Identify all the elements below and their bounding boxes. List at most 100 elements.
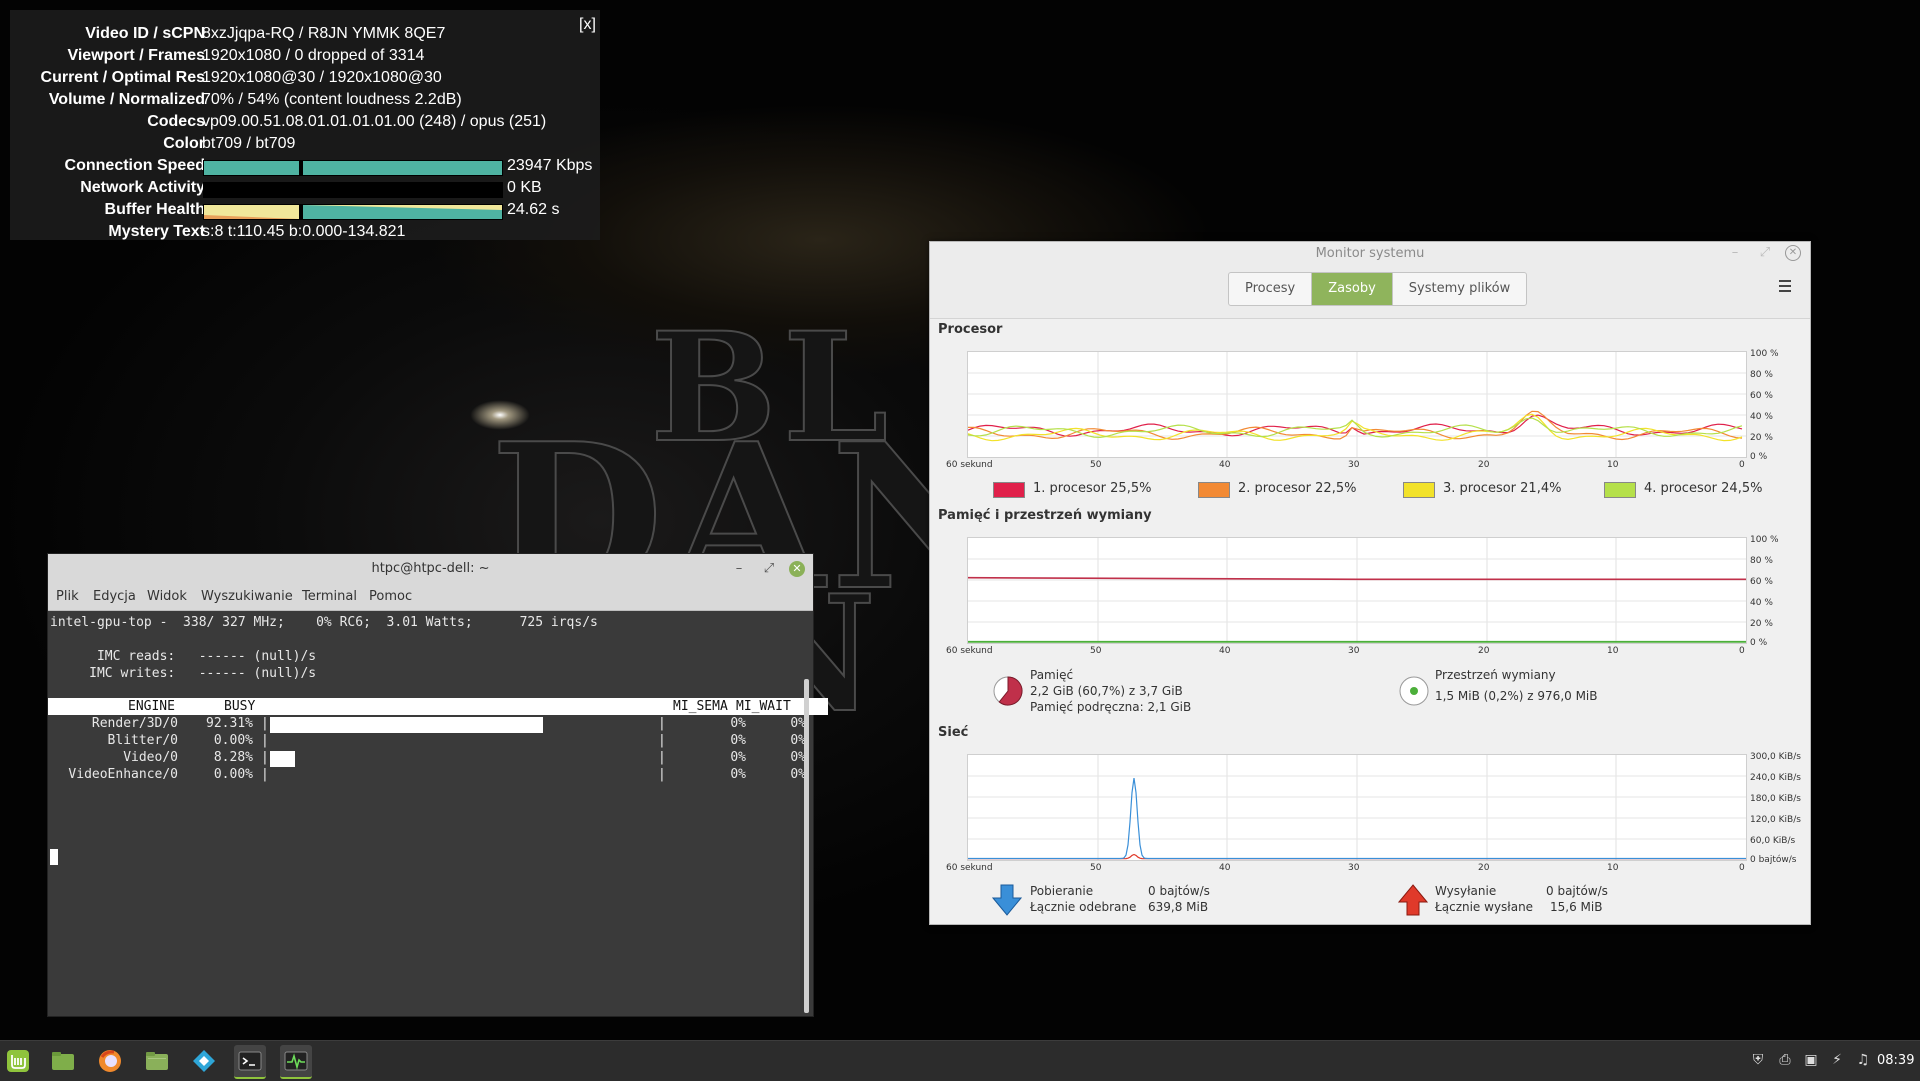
x-tick-label: 60 sekund [946,460,993,470]
y-tick-label: 40 % [1750,412,1773,422]
x-tick-label: 0 [1739,646,1745,656]
stats-label: Mystery Text [108,223,205,240]
memory-section-title: Pamięć i przestrzeń wymiany [938,508,1152,523]
tab-zasoby[interactable]: Zasoby [1312,273,1393,305]
tab-systemy-plikow[interactable]: Systemy plików [1393,273,1526,305]
x-tick-label: 40 [1219,863,1231,873]
engine-name: Video/0 [123,750,178,765]
header-busy: BUSY [224,699,256,714]
stats-label: Volume / Normalized [48,91,205,108]
received-label: Łącznie odebrane [1030,900,1137,914]
stats-label: Viewport / Frames [67,47,205,64]
shield-icon[interactable]: ⛨ [1750,1052,1766,1068]
engine-busy: 0.00% [213,767,253,782]
taskbar-terminal-button[interactable] [234,1045,266,1079]
taskbar-kodi-button[interactable] [188,1045,220,1077]
terminal-title: htpc@htpc-dell: ~ [371,561,490,576]
received-total: 639,8 MiB [1148,900,1209,914]
upload-rate: 0 bajtów/s [1546,884,1608,898]
taskbar-clock[interactable]: 08:39 [1877,1041,1914,1081]
terminal-line: IMC reads: ------ (null)/s [50,649,317,664]
menu-wyszukiwanie[interactable]: Wyszukiwanie [201,584,293,610]
stats-value: 70% / 54% (content loudness 2.2dB) [202,91,462,108]
network-graph [967,754,1747,861]
sysmon-minimize-button[interactable]: – [1727,245,1743,261]
bar-left-bracket: | [261,733,269,748]
terminal-line: IMC writes: ------ (null)/s [50,666,317,681]
stats-value: 1920x1080@30 / 1920x1080@30 [202,69,442,86]
upload-label: Wysyłanie [1435,884,1497,898]
bar-right-bracket: | [658,750,666,765]
stats-label: Buffer Health [104,201,205,218]
y-tick-label: 100 % [1750,349,1779,359]
cpu3-legend-label: 3. procesor 21,4% [1443,481,1562,496]
memory-value: 2,2 GiB (60,7%) z 3,7 GiB [1030,684,1183,698]
cpu4-legend-label: 4. procesor 24,5% [1644,481,1763,496]
sysmon-header[interactable]: Monitor systemu – ⤢ ✕ Procesy Zasoby Sys… [930,242,1810,319]
y-tick-label: 80 % [1750,556,1773,566]
menu-plik[interactable]: Plik [56,584,79,610]
menu-widok[interactable]: Widok [147,584,187,610]
network-activity-bar [203,182,503,198]
taskbar-files-button[interactable] [47,1045,79,1077]
hamburger-menu-icon[interactable] [1779,280,1791,292]
terminal-icon [238,1051,262,1071]
engine-row: Blitter/0 0.00% | | 0% 0% [48,732,828,749]
cpu1-color-swatch[interactable] [993,482,1025,498]
header-mi-sema: MI_SEMA [673,699,728,714]
stats-label: Network Activity [80,179,205,196]
terminal-scrollbar[interactable] [804,679,809,1013]
menu-pomoc[interactable]: Pomoc [369,584,412,610]
engine-mi-sema: 0% [730,733,746,748]
x-tick-label: 30 [1348,863,1360,873]
cpu2-color-swatch[interactable] [1198,482,1230,498]
taskbar-firefox-button[interactable] [94,1045,126,1077]
network-icon[interactable]: ⚡ [1829,1052,1845,1068]
engine-table-header: ENGINE BUSY MI_SEMA MI_WAIT [48,698,828,715]
sysmon-close-button[interactable]: ✕ [1785,245,1801,261]
bar-right-bracket: | [658,767,666,782]
engine-busy: 0.00% [213,733,253,748]
cpu2-legend-label: 2. procesor 22,5% [1238,481,1357,496]
bar-right-bracket: | [658,733,666,748]
terminal-menubar: Plik Edycja Widok Wyszukiwanie Terminal … [48,584,813,611]
y-tick-label: 0 bajtów/s [1750,855,1797,865]
buffer-health-bar [203,204,503,220]
menu-edycja[interactable]: Edycja [93,584,136,610]
stats-label: Connection Speed [64,157,205,174]
start-menu-button[interactable] [2,1045,34,1077]
engine-busy-bar [270,717,543,733]
taskbar-folder-button[interactable] [141,1045,173,1077]
stats-row-video-id: Video ID / sCPN 8xzJjqpa-RQ / R8JN YMMK … [10,25,600,47]
x-tick-label: 50 [1090,460,1102,470]
sysmon-maximize-button[interactable]: ⤢ [1757,245,1773,261]
x-tick-label: 50 [1090,863,1102,873]
x-tick-label: 30 [1348,460,1360,470]
download-arrow-icon[interactable] [992,884,1022,916]
close-button[interactable]: ✕ [789,561,805,577]
upload-arrow-icon[interactable] [1398,884,1428,916]
mint-menu-icon [7,1050,29,1072]
taskbar-system-monitor-button[interactable] [280,1045,312,1079]
stats-row-buffer-health: Buffer Health 24.62 s [10,201,600,223]
menu-terminal[interactable]: Terminal [302,584,357,610]
engine-row: Video/0 8.28% | | 0% 0% [48,749,828,767]
minimize-button[interactable]: – [731,561,747,577]
printer-icon[interactable]: ⎙ [1777,1052,1793,1068]
sound-icon[interactable]: ♫ [1855,1052,1871,1068]
terminal-output[interactable]: intel-gpu-top - 338/ 327 MHz; 0% RC6; 3.… [48,611,828,1016]
removable-drive-icon[interactable]: ▣ [1803,1052,1819,1068]
tab-procesy[interactable]: Procesy [1229,273,1313,305]
cpu3-color-swatch[interactable] [1403,482,1435,498]
terminal-titlebar[interactable]: htpc@htpc-dell: ~ – ⤢ ✕ [48,554,813,584]
stats-row-mystery-text: Mystery Text s:8 t:110.45 b:0.000-134.82… [10,223,600,245]
upload-arrow-shape [1398,884,1428,916]
cpu4-color-swatch[interactable] [1604,482,1636,498]
folder-icon [146,1052,168,1070]
maximize-button[interactable]: ⤢ [761,561,777,577]
stats-row-network-activity: Network Activity 0 KB [10,179,600,201]
y-tick-label: 0 % [1750,638,1768,648]
connection-speed-bar [203,160,503,176]
swap-pie-icon[interactable] [1398,675,1430,707]
memory-pie-icon[interactable] [992,675,1024,707]
